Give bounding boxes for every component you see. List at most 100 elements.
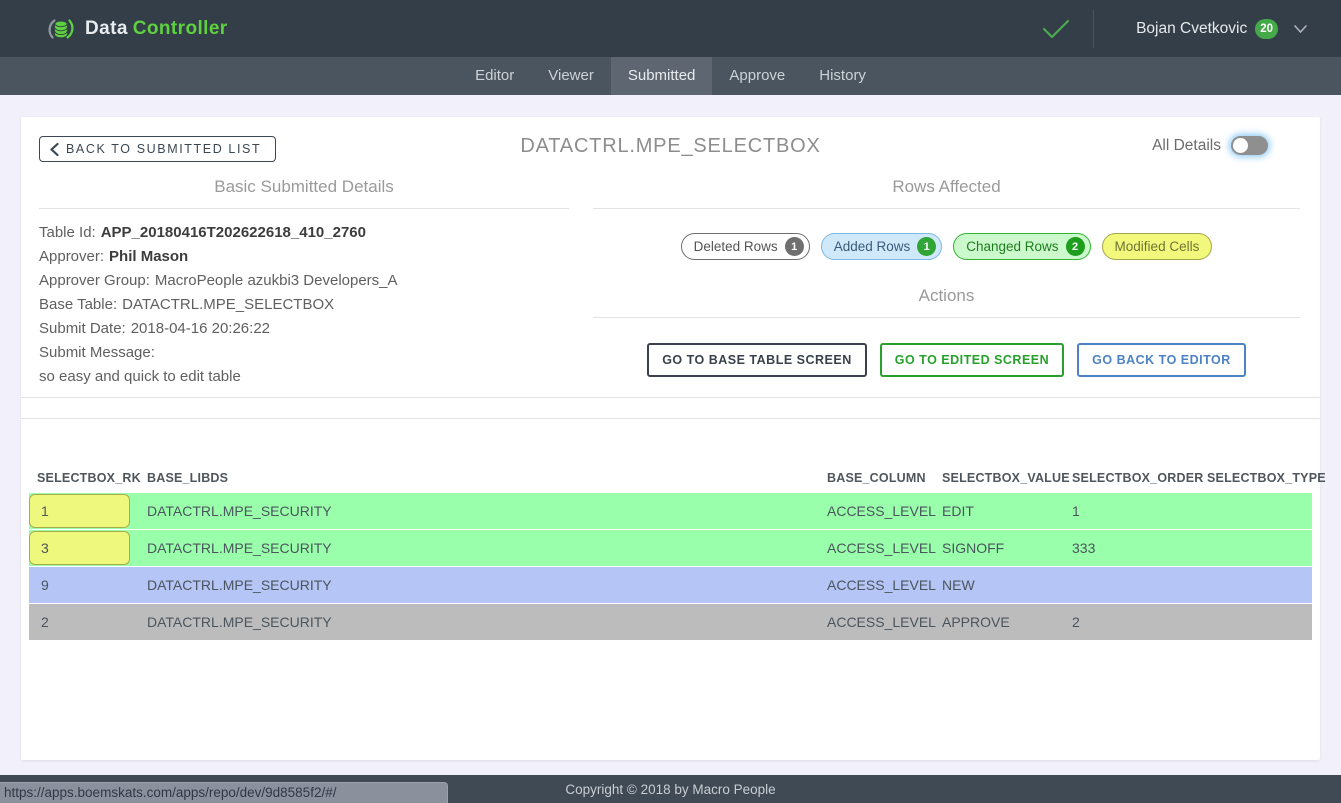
tab-history[interactable]: History bbox=[802, 57, 883, 95]
table-cell[interactable] bbox=[1199, 493, 1304, 529]
added-rows-badge: Added Rows 1 bbox=[821, 233, 943, 260]
submit-message-text: so easy and quick to edit table bbox=[39, 365, 569, 389]
column-header-selectbox-value[interactable]: SELECTBOX_VALUE bbox=[934, 471, 1064, 485]
column-header-base-libds[interactable]: BASE_LIBDS bbox=[139, 471, 819, 485]
go-to-edited-screen-button[interactable]: GO TO EDITED SCREEN bbox=[880, 343, 1064, 377]
page-title: DATACTRL.MPE_SELECTBOX bbox=[520, 135, 820, 158]
rows-affected-section: Rows Affected Deleted Rows 1 Added Rows … bbox=[569, 163, 1320, 389]
table-cell[interactable]: DATACTRL.MPE_SECURITY bbox=[139, 567, 819, 603]
table-cell[interactable]: EDIT bbox=[934, 493, 1064, 529]
changed-rows-label: Changed Rows bbox=[966, 239, 1058, 254]
field-approver: Approver:Phil Mason bbox=[39, 245, 569, 269]
connection-check-icon[interactable] bbox=[1041, 18, 1071, 40]
table-cell: 1 bbox=[29, 493, 139, 529]
go-to-base-table-screen-button[interactable]: GO TO BASE TABLE SCREEN bbox=[647, 343, 867, 377]
section-divider bbox=[593, 317, 1300, 318]
detail-columns: Basic Submitted Details Table Id:APP_201… bbox=[21, 163, 1320, 389]
rows-affected-heading: Rows Affected bbox=[593, 177, 1300, 197]
table-cell[interactable] bbox=[1199, 567, 1304, 603]
column-header-base-column[interactable]: BASE_COLUMN bbox=[819, 471, 934, 485]
copyright-text: Copyright © 2018 by Macro People bbox=[565, 782, 775, 797]
user-menu[interactable]: Bojan Cvetkovic 20 bbox=[1136, 19, 1307, 39]
table-cell[interactable]: SIGNOFF bbox=[934, 530, 1064, 566]
table-cell[interactable]: 2 bbox=[1064, 604, 1199, 640]
changed-rows-count: 2 bbox=[1066, 237, 1085, 256]
collapsed-section-strip bbox=[21, 397, 1320, 419]
table-row[interactable]: 3 DATACTRL.MPE_SECURITY ACCESS_LEVEL SIG… bbox=[29, 530, 1312, 566]
table-cell[interactable]: DATACTRL.MPE_SECURITY bbox=[139, 530, 819, 566]
changed-rows-badge: Changed Rows 2 bbox=[953, 233, 1090, 260]
basic-details-heading: Basic Submitted Details bbox=[39, 177, 569, 197]
brand-word-controller: Controller bbox=[133, 18, 228, 39]
chevron-left-icon bbox=[50, 143, 59, 156]
table-cell[interactable]: 2 bbox=[29, 604, 139, 640]
table-cell[interactable]: ACCESS_LEVEL bbox=[819, 530, 934, 566]
brand-title: DataController bbox=[85, 18, 228, 40]
chevron-down-icon bbox=[1294, 25, 1307, 33]
table-cell[interactable]: 333 bbox=[1064, 530, 1199, 566]
actions-heading: Actions bbox=[593, 286, 1300, 306]
table-cell[interactable]: APPROVE bbox=[934, 604, 1064, 640]
brand-logo[interactable]: DataController bbox=[46, 14, 228, 44]
column-header-selectbox-type[interactable]: SELECTBOX_TYPE bbox=[1199, 471, 1304, 485]
all-details-label: All Details bbox=[1152, 137, 1221, 155]
field-submit-date: Submit Date:2018-04-16 20:26:22 bbox=[39, 317, 569, 341]
added-rows-count: 1 bbox=[917, 237, 936, 256]
table-row[interactable]: 1 DATACTRL.MPE_SECURITY ACCESS_LEVEL EDI… bbox=[29, 493, 1312, 529]
topbar-divider bbox=[1093, 10, 1094, 48]
tab-editor[interactable]: Editor bbox=[458, 57, 531, 95]
all-details-toggle[interactable] bbox=[1231, 136, 1268, 155]
back-to-submitted-list-button[interactable]: BACK TO SUBMITTED LIST bbox=[39, 136, 276, 162]
table-cell[interactable] bbox=[1064, 567, 1199, 603]
added-rows-label: Added Rows bbox=[834, 239, 911, 254]
modified-cell[interactable]: 1 bbox=[29, 494, 130, 528]
table-cell[interactable]: DATACTRL.MPE_SECURITY bbox=[139, 604, 819, 640]
modified-cells-label: Modified Cells bbox=[1115, 239, 1200, 254]
table-cell[interactable] bbox=[1199, 530, 1304, 566]
deleted-rows-count: 1 bbox=[785, 237, 804, 256]
all-details-toggle-wrap: All Details bbox=[1152, 136, 1268, 155]
submitted-detail-card: BACK TO SUBMITTED LIST DATACTRL.MPE_SELE… bbox=[21, 117, 1320, 760]
tab-approve[interactable]: Approve bbox=[712, 57, 802, 95]
table-cell[interactable]: ACCESS_LEVEL bbox=[819, 493, 934, 529]
column-header-selectbox-order[interactable]: SELECTBOX_ORDER bbox=[1064, 471, 1199, 485]
main-content: BACK TO SUBMITTED LIST DATACTRL.MPE_SELE… bbox=[0, 95, 1341, 775]
deleted-rows-label: Deleted Rows bbox=[694, 239, 778, 254]
table-cell[interactable] bbox=[1199, 604, 1304, 640]
table-header-row: SELECTBOX_RK BASE_LIBDS BASE_COLUMN SELE… bbox=[29, 463, 1312, 493]
rows-affected-badges: Deleted Rows 1 Added Rows 1 Changed Rows… bbox=[593, 233, 1300, 260]
section-divider bbox=[593, 208, 1300, 209]
table-cell: 3 bbox=[29, 530, 139, 566]
tab-viewer[interactable]: Viewer bbox=[531, 57, 611, 95]
table-row[interactable]: 2 DATACTRL.MPE_SECURITY ACCESS_LEVEL APP… bbox=[29, 604, 1312, 640]
modified-cells-badge: Modified Cells bbox=[1102, 233, 1213, 260]
table-row[interactable]: 9 DATACTRL.MPE_SECURITY ACCESS_LEVEL NEW bbox=[29, 567, 1312, 603]
data-controller-logo-icon bbox=[46, 14, 76, 44]
app-header: DataController Bojan Cvetkovic 20 bbox=[0, 0, 1341, 57]
table-cell[interactable]: ACCESS_LEVEL bbox=[819, 567, 934, 603]
field-base-table: Base Table:DATACTRL.MPE_SELECTBOX bbox=[39, 293, 569, 317]
card-toolbar: BACK TO SUBMITTED LIST DATACTRL.MPE_SELE… bbox=[21, 117, 1320, 161]
detail-fields: Table Id:APP_20180416T202622618_410_2760… bbox=[39, 221, 569, 389]
modified-cell[interactable]: 3 bbox=[29, 531, 130, 565]
table-cell[interactable]: DATACTRL.MPE_SECURITY bbox=[139, 493, 819, 529]
table-cell[interactable]: NEW bbox=[934, 567, 1064, 603]
field-table-id: Table Id:APP_20180416T202622618_410_2760 bbox=[39, 221, 569, 245]
tab-submitted[interactable]: Submitted bbox=[611, 57, 713, 95]
table-cell[interactable]: 1 bbox=[1064, 493, 1199, 529]
table-cell[interactable]: ACCESS_LEVEL bbox=[819, 604, 934, 640]
field-approver-group: Approver Group:MacroPeople azukbi3 Devel… bbox=[39, 269, 569, 293]
section-divider bbox=[39, 208, 569, 209]
column-header-selectbox-rk[interactable]: SELECTBOX_RK bbox=[29, 471, 139, 485]
go-back-to-editor-button[interactable]: GO BACK TO EDITOR bbox=[1077, 343, 1246, 377]
table-cell[interactable]: 9 bbox=[29, 567, 139, 603]
status-url-bar: https://apps.boemskats.com/apps/repo/dev… bbox=[0, 782, 448, 803]
topbar-right: Bojan Cvetkovic 20 bbox=[1041, 10, 1307, 48]
toggle-knob bbox=[1233, 138, 1248, 153]
user-name: Bojan Cvetkovic bbox=[1136, 20, 1247, 38]
main-nav: Editor Viewer Submitted Approve History bbox=[0, 57, 1341, 95]
back-button-label: BACK TO SUBMITTED LIST bbox=[66, 142, 261, 156]
rows-affected-table: SELECTBOX_RK BASE_LIBDS BASE_COLUMN SELE… bbox=[29, 463, 1312, 640]
action-buttons: GO TO BASE TABLE SCREEN GO TO EDITED SCR… bbox=[593, 343, 1300, 377]
deleted-rows-badge: Deleted Rows 1 bbox=[681, 233, 810, 260]
